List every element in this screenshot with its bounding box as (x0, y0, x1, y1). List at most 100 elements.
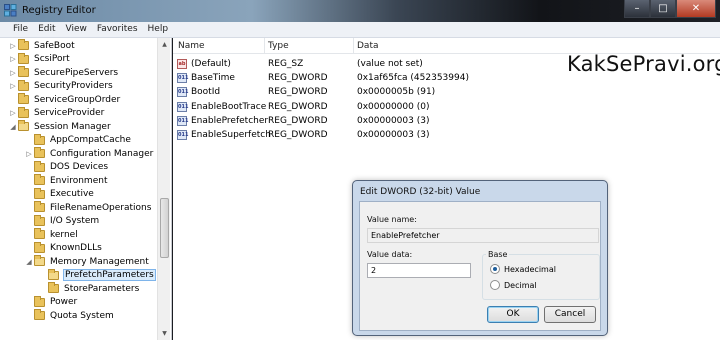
folder-icon (48, 282, 59, 293)
tree-item-label: StoreParameters (64, 283, 140, 294)
tree-item-label: PrefetchParameters (63, 269, 156, 281)
value-row[interactable]: 011 EnablePrefetcher REG_DWORD 0x00000003 (… (173, 114, 503, 128)
value-type: REG_SZ (268, 59, 304, 69)
folder-icon (34, 147, 45, 158)
tree-item[interactable]: PrefetchParameters (38, 268, 156, 282)
binary-value-icon: 011 (177, 115, 189, 126)
cancel-button[interactable]: Cancel (544, 306, 596, 323)
value-name-field: EnablePrefetcher (367, 228, 599, 243)
tree-item-label: ScsiPort (34, 54, 70, 64)
value-name: (Default) (191, 59, 231, 69)
tree-item[interactable]: kernel (24, 228, 79, 241)
value-row[interactable]: ab (Default) REG_SZ (value not set) (173, 57, 503, 71)
base-label: Base (486, 250, 510, 259)
tree-scrollbar[interactable]: ▲ ▼ (157, 38, 170, 340)
value-type: REG_DWORD (268, 101, 328, 112)
tree-item-label: DOS Devices (50, 162, 109, 172)
value-name: EnablePrefetcher (191, 115, 269, 126)
decimal-option[interactable]: Decimal (490, 280, 537, 290)
open-folder-icon (18, 120, 29, 131)
dialog-body: Value name: EnablePrefetcher Value data:… (359, 201, 601, 331)
tree-item[interactable]: I/O System (24, 214, 100, 228)
collapsed-arrow-icon[interactable]: ▷ (8, 42, 18, 50)
tree-item[interactable]: StoreParameters (38, 282, 140, 295)
tree-item-label: FileRenameOperations (50, 202, 152, 213)
tree-item-label: SafeBoot (34, 40, 75, 51)
tree-item[interactable]: AppCompatCache (24, 133, 132, 147)
tree-item-label: ServiceGroupOrder (34, 94, 121, 105)
collapsed-arrow-icon[interactable]: ▷ (8, 109, 18, 117)
edit-dword-dialog: Edit DWORD (32-bit) Value Value name: En… (352, 180, 608, 336)
collapsed-arrow-icon[interactable]: ▷ (8, 55, 18, 63)
menu-favorites[interactable]: Favorites (92, 22, 143, 37)
close-button[interactable]: ✕ (676, 0, 716, 18)
string-value-icon: ab (177, 59, 187, 69)
scroll-down-arrow-icon[interactable]: ▼ (158, 327, 171, 340)
tree-item[interactable]: ▷ SecurePipeServers (8, 66, 119, 79)
maximize-button[interactable]: □ (650, 0, 676, 18)
tree-item-label: Environment (50, 175, 108, 186)
tree-item[interactable]: ▷ Configuration Manager (24, 147, 154, 160)
tree-item[interactable]: ServiceGroupOrder (8, 93, 121, 106)
folder-icon (18, 79, 29, 91)
tree-item[interactable]: ◢ Session Manager (8, 120, 112, 133)
decimal-radio[interactable] (490, 280, 500, 290)
registry-tree[interactable]: ▷ SafeBoot ▷ ScsiPort ▷ SecurePipeServers ▷ Sec… (0, 38, 172, 340)
value-type: REG_DWORD (268, 73, 328, 84)
tree-item[interactable]: ▷ SecurityProviders (8, 79, 114, 93)
binary-value-icon: 011 (177, 101, 189, 112)
column-header-name[interactable]: Name (178, 41, 205, 51)
tree-item[interactable]: ▷ ScsiPort (8, 52, 71, 66)
value-row[interactable]: 011 BootId REG_DWORD 0x0000005b (91) (173, 85, 503, 99)
folder-icon (18, 93, 29, 104)
value-type: REG_DWORD (268, 115, 328, 126)
column-header-data[interactable]: Data (357, 41, 379, 51)
menu-view[interactable]: View (61, 22, 92, 37)
folder-icon (34, 228, 45, 239)
tree-item[interactable]: ▷ ServiceProvider (8, 106, 105, 120)
value-data: 0x1af65fca (452353994) (357, 73, 469, 84)
minimize-button[interactable]: – (624, 0, 650, 18)
collapsed-arrow-icon[interactable]: ▷ (8, 82, 18, 90)
value-row[interactable]: 011 EnableBootTrace REG_DWORD 0x00000000 (0… (173, 100, 503, 114)
tree-item[interactable]: Quota System (24, 309, 115, 322)
column-header-type[interactable]: Type (268, 41, 289, 51)
hexadecimal-label: Hexadecimal (504, 264, 556, 274)
menu-edit[interactable]: Edit (33, 22, 60, 37)
folder-icon (34, 201, 45, 212)
scrollbar-thumb[interactable] (160, 198, 169, 258)
scroll-up-arrow-icon[interactable]: ▲ (158, 38, 171, 51)
folder-icon (18, 52, 29, 64)
tree-item-label: Executive (50, 189, 94, 199)
hexadecimal-radio[interactable] (490, 264, 500, 274)
menu-file[interactable]: File (8, 22, 33, 37)
hexadecimal-option[interactable]: Hexadecimal (490, 264, 556, 274)
folder-icon (34, 309, 45, 320)
value-data: (value not set) (357, 59, 423, 69)
tree-item[interactable]: FileRenameOperations (24, 201, 152, 214)
value-row[interactable]: 011 EnableSuperfetch REG_DWORD 0x00000003 (… (173, 128, 503, 142)
ok-button[interactable]: OK (487, 306, 539, 323)
binary-value-icon: 011 (177, 87, 189, 98)
tree-item[interactable]: KnownDLLs (24, 241, 103, 255)
folder-icon (34, 160, 45, 172)
value-data: 0x00000003 (3) (357, 130, 430, 140)
expanded-arrow-icon[interactable]: ◢ (24, 258, 34, 266)
tree-item[interactable]: Environment (24, 174, 108, 187)
value-row[interactable]: 011 BaseTime REG_DWORD 0x1af65fca (45235399… (173, 71, 503, 85)
tree-item[interactable]: DOS Devices (24, 160, 109, 174)
value-name-label: Value name: (367, 215, 417, 224)
folder-icon (18, 39, 29, 50)
value-data-input[interactable]: 2 (367, 263, 471, 278)
collapsed-arrow-icon[interactable]: ▷ (8, 69, 18, 77)
binary-value-icon: 011 (177, 130, 189, 140)
expanded-arrow-icon[interactable]: ◢ (8, 123, 18, 131)
tree-item[interactable]: Power (24, 295, 78, 309)
collapsed-arrow-icon[interactable]: ▷ (24, 150, 34, 158)
tree-item[interactable]: Executive (24, 187, 95, 201)
tree-item-label: Power (50, 297, 78, 307)
menu-help[interactable]: Help (143, 22, 174, 37)
tree-item-label: SecurityProviders (34, 81, 113, 91)
tree-item[interactable]: ◢ Memory Management (24, 255, 150, 268)
tree-item[interactable]: ▷ SafeBoot (8, 39, 76, 52)
